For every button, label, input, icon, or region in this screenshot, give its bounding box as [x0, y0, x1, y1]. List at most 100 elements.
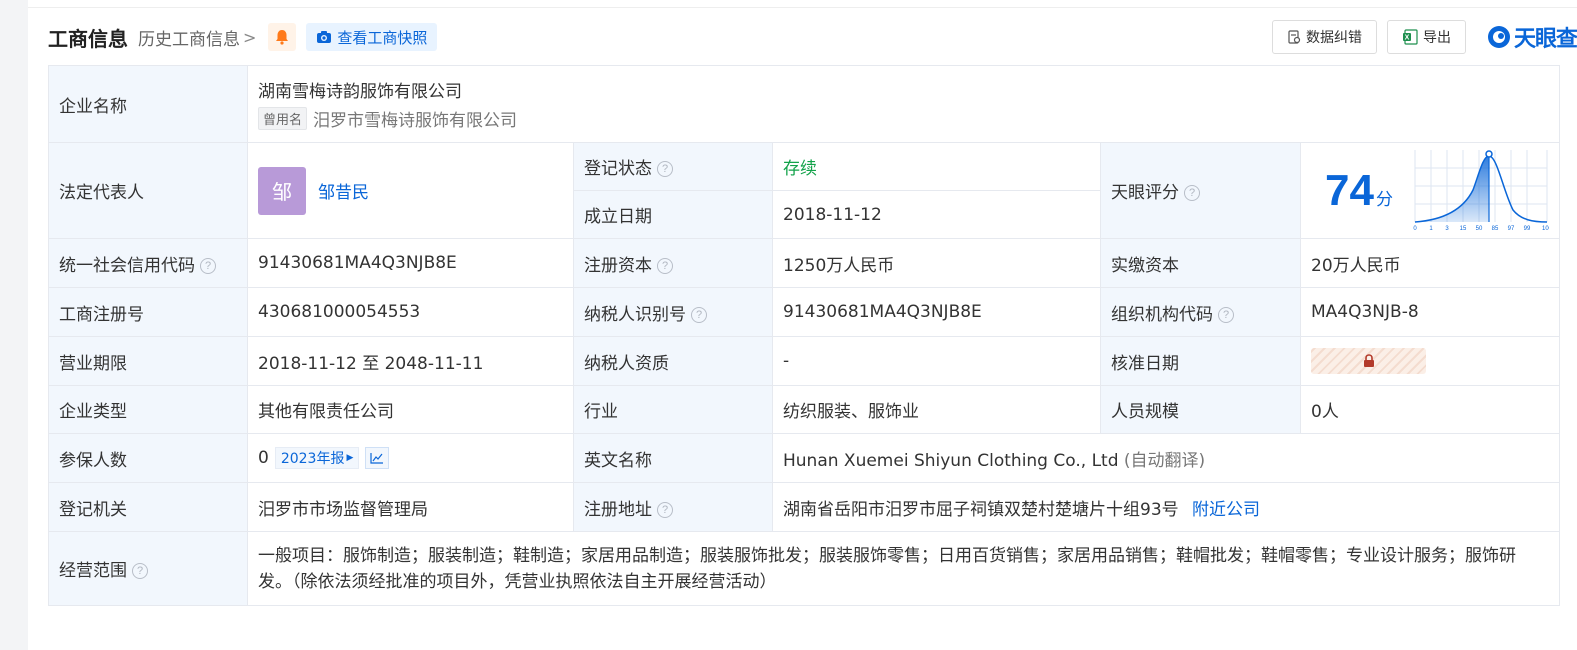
credit-code-label-cell: 统一社会信用代码? [48, 238, 248, 288]
data-correction-button[interactable]: 数据纠错 [1271, 20, 1377, 54]
help-icon[interactable]: ? [691, 306, 707, 323]
camera-icon [317, 31, 332, 43]
snapshot-button[interactable]: 查看工商快照 [306, 23, 438, 51]
reg-address-label-cell: 注册地址? [573, 482, 773, 532]
table-row: 参保人数 0 2023年报 ▶ 英文名称 Hunan Xuemei Shiyun C… [48, 433, 1561, 483]
found-date: 2018-11-12 [772, 190, 1101, 239]
table-row: 经营范围? 一般项目：服饰制造；服装制造；鞋制造；家居用品制造；服装服饰批发；服… [48, 531, 1561, 606]
paid-capital-label: 实缴资本 [1100, 238, 1301, 288]
edit-doc-icon [1288, 30, 1301, 44]
chart-tick-label: 100 [1542, 226, 1549, 232]
legal-rep-label: 法定代表人 [48, 142, 248, 239]
org-code-label: 组织机构代码 [1111, 304, 1213, 325]
locked-value-button[interactable] [1311, 348, 1426, 374]
table-row: 企业类型 其他有限责任公司 行业 纺织服装、服饰业 人员规模 0人 [48, 385, 1561, 434]
data-correction-label: 数据纠错 [1305, 30, 1362, 46]
company-name-label: 企业名称 [48, 65, 248, 143]
auto-translate-note: (自动翻译) [1123, 450, 1206, 471]
english-name-label: 英文名称 [573, 433, 773, 483]
business-info-panel: 工商信息 历史工商信息 > 查看工商快照 数据纠错 X 导出 天眼查 企业名称 … [28, 8, 1577, 650]
chart-tick-label: 1 [1429, 226, 1433, 232]
top-strip [28, 0, 1577, 8]
trend-chart-button[interactable] [365, 447, 390, 469]
chevron-right-icon: > [243, 27, 257, 47]
history-link[interactable]: 历史工商信息 > [138, 25, 256, 50]
reg-capital: 1250万人民币 [772, 238, 1101, 288]
taxpayer-qual: - [772, 336, 1101, 386]
chart-tick-label: 99 [1524, 226, 1531, 232]
company-type-label: 企业类型 [48, 385, 248, 434]
business-scope: 一般项目：服饰制造；服装制造；鞋制造；家居用品制造；服装服饰批发；服装服饰零售；… [246, 531, 1561, 606]
chart-tick-label: 0 [1413, 226, 1417, 232]
score-distribution-chart[interactable]: 0 1 3 15 50 85 97 99 100 [1413, 149, 1549, 232]
bell-button[interactable] [268, 23, 297, 51]
former-name-row: 曾用名 汨罗市雪梅诗服饰有限公司 [258, 106, 1549, 131]
insured-cell: 0 2023年报 ▶ [247, 433, 574, 483]
lock-icon [1363, 354, 1374, 367]
nearby-company-link[interactable]: 附近公司 [1192, 500, 1260, 520]
reg-status: 存续 [772, 142, 1101, 191]
former-name: 汨罗市雪梅诗服饰有限公司 [313, 111, 518, 131]
logo-eye-icon [1487, 26, 1510, 48]
industry-label: 行业 [573, 385, 773, 434]
company-name: 湖南雪梅诗韵服饰有限公司 [258, 82, 462, 102]
section-header: 工商信息 历史工商信息 > 查看工商快照 数据纠错 X 导出 天眼查 [48, 20, 1577, 54]
credit-code-label: 统一社会信用代码 [59, 255, 195, 276]
former-name-tag: 曾用名 [258, 107, 308, 130]
help-icon[interactable]: ? [657, 501, 673, 518]
tianyan-score-label: 天眼评分 [1111, 183, 1179, 203]
found-date-label: 成立日期 [573, 190, 773, 239]
help-icon[interactable]: ? [1184, 185, 1200, 201]
scope-label: 经营范围 [59, 561, 127, 581]
biz-reg-no: 430681000054553 [247, 287, 574, 337]
reg-address-label: 注册地址 [584, 499, 652, 520]
credit-code: 91430681MA4Q3NJB8E [247, 238, 574, 288]
help-icon[interactable]: ? [657, 161, 673, 177]
excel-icon: X [1402, 29, 1418, 45]
logo-text: 天眼查 [1513, 27, 1577, 52]
reg-status-label: 登记状态 [584, 159, 652, 179]
line-chart-icon [370, 453, 384, 464]
annual-report-year-button[interactable]: 2023年报 ▶ [274, 447, 360, 469]
chart-tick-label: 50 [1476, 226, 1483, 232]
biz-term: 2018-11-12 至 2048-11-11 [247, 336, 574, 386]
table-row: 营业期限 2018-11-12 至 2048-11-11 纳税人资质 - 核准日… [48, 336, 1561, 386]
biz-reg-no-label: 工商注册号 [48, 287, 248, 337]
insured-label: 参保人数 [48, 433, 248, 483]
chart-tick-label: 85 [1492, 226, 1499, 232]
scope-label-cell: 经营范围? [48, 531, 248, 606]
section-title: 工商信息 [48, 26, 128, 51]
reg-address: 湖南省岳阳市汨罗市屈子祠镇双楚村楚塘片十组93号 [783, 499, 1179, 520]
table-row: 统一社会信用代码? 91430681MA4Q3NJB8E 注册资本? 1250万… [48, 238, 1561, 288]
score-marker-dot [1485, 149, 1493, 158]
approval-date-cell [1299, 336, 1561, 386]
help-icon[interactable]: ? [1218, 306, 1234, 323]
biz-term-label: 营业期限 [48, 336, 248, 386]
legal-rep-cell: 邹 邹昔民 [247, 142, 574, 239]
chart-tick-label: 3 [1445, 226, 1449, 232]
help-icon[interactable]: ? [132, 563, 148, 579]
caret-right-icon: ▶ [346, 453, 354, 463]
company-name-cell: 湖南雪梅诗韵服饰有限公司 曾用名 汨罗市雪梅诗服饰有限公司 [246, 65, 1561, 143]
legal-rep-name-link[interactable]: 邹昔民 [318, 178, 369, 203]
table-row: 登记机关 汨罗市市场监督管理局 注册地址? 湖南省岳阳市汨罗市屈子祠镇双楚村楚塘… [48, 482, 1561, 532]
taxpayer-qual-label: 纳税人资质 [573, 336, 773, 386]
reg-authority: 汨罗市市场监督管理局 [247, 482, 574, 532]
org-code: MA4Q3NJB-8 [1299, 287, 1561, 337]
export-label: 导出 [1422, 30, 1451, 46]
svg-text:X: X [1405, 35, 1410, 42]
table-row: 工商注册号 430681000054553 纳税人识别号? 91430681MA… [48, 287, 1561, 337]
help-icon[interactable]: ? [200, 257, 216, 274]
annual-report-year: 2023年报 [280, 451, 345, 467]
score-cell: 74 分 0 1 3 15 50 85 97 99 10 [1299, 142, 1561, 239]
history-link-label: 历史工商信息 [138, 29, 240, 50]
english-name-cell: Hunan Xuemei Shiyun Clothing Co., Ltd (自… [771, 433, 1561, 483]
reg-capital-label: 注册资本 [584, 255, 652, 276]
help-icon[interactable]: ? [657, 257, 673, 274]
tianyancha-logo: 天眼查 [1486, 21, 1577, 53]
approval-date-label: 核准日期 [1100, 336, 1301, 386]
avatar[interactable]: 邹 [258, 166, 306, 215]
reg-address-cell: 湖南省岳阳市汨罗市屈子祠镇双楚村楚塘片十组93号 附近公司 [771, 482, 1561, 532]
reg-authority-label: 登记机关 [48, 482, 248, 532]
export-button[interactable]: X 导出 [1386, 20, 1466, 54]
